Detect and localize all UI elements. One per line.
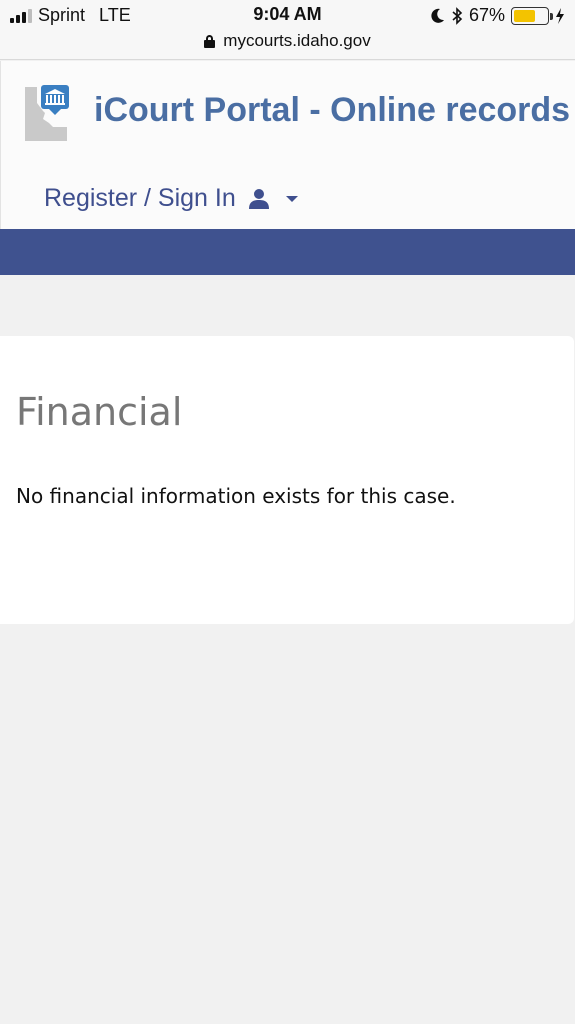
financial-card: Financial No financial information exist…	[0, 336, 574, 624]
register-signin-menu[interactable]: Register / Sign In	[44, 184, 298, 213]
site-title[interactable]: iCourt Portal - Online records	[94, 91, 570, 130]
navigation-band	[0, 229, 575, 275]
lock-icon	[204, 34, 216, 48]
status-bar-right: 67%	[431, 5, 565, 26]
caret-down-icon	[285, 195, 298, 202]
empty-state-message: No financial information exists for this…	[16, 484, 456, 508]
site-header: iCourt Portal - Online records Register …	[0, 61, 575, 229]
battery-level-fill	[514, 9, 536, 22]
address-bar[interactable]: mycourts.idaho.gov	[0, 31, 575, 51]
battery-percent: 67%	[468, 5, 505, 25]
section-title: Financial	[16, 390, 183, 434]
idaho-courthouse-logo[interactable]	[23, 83, 71, 141]
user-icon	[248, 188, 269, 209]
bluetooth-icon	[452, 6, 463, 25]
moon-icon	[431, 8, 444, 23]
register-signin-label[interactable]: Register / Sign In	[44, 184, 236, 213]
status-bar: Sprint LTE 9:04 AM 67% mycourts.idaho.go…	[0, 0, 575, 60]
battery-icon	[511, 6, 553, 25]
url-text: mycourts.idaho.gov	[223, 31, 371, 50]
charging-icon	[556, 7, 564, 24]
